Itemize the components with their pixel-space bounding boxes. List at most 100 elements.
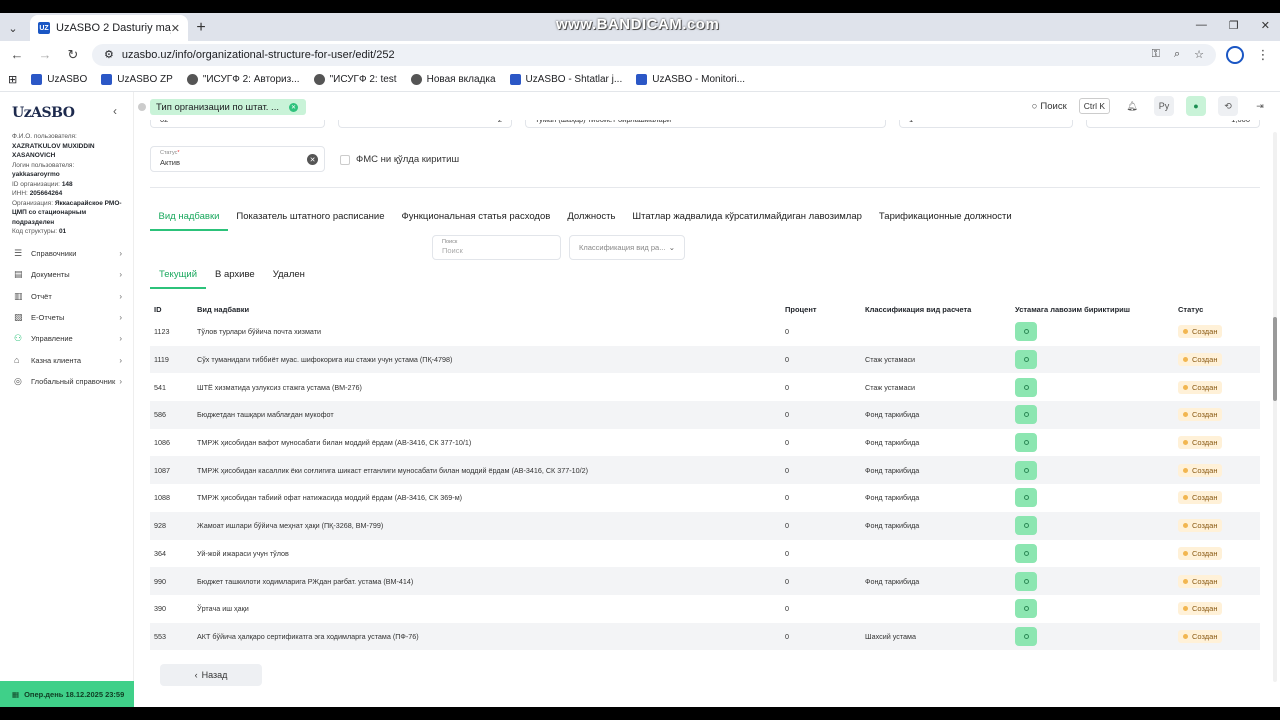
cell-classification: Стаж устамаси [865, 382, 916, 392]
col-header-percent[interactable]: Процент [781, 300, 861, 318]
col-header-classification[interactable]: Классификация вид расчета [861, 300, 1011, 318]
language-button[interactable]: Ру [1154, 96, 1174, 116]
bookmark-item[interactable]: UzASBO - Monitori... [636, 74, 745, 85]
close-window-icon[interactable]: ✕ [1261, 19, 1270, 32]
table-row[interactable]: 390 Ўртача иш ҳақи 0 Создан [150, 595, 1260, 623]
open-tab-chip[interactable]: Тип организации по штат. ... ✕ [150, 99, 306, 115]
forward-arrow-icon[interactable]: → [36, 47, 54, 62]
assign-position-button[interactable] [1015, 626, 1037, 646]
tab-position[interactable]: Должность [559, 205, 624, 231]
tab-staff-indicator[interactable]: Показатель штатного расписание [228, 205, 393, 231]
apps-grid-icon[interactable]: ⊞ [8, 73, 17, 86]
table-row[interactable]: 364 Уй-жой ижараси учун тўлов 0 Создан [150, 540, 1260, 568]
col-header-status[interactable]: Статус [1174, 300, 1260, 318]
logout-icon[interactable]: ⇥ [1250, 96, 1270, 116]
cell-classification: Фонд таркибида [861, 456, 1011, 485]
minimize-icon[interactable]: — [1196, 19, 1207, 32]
col-header-name[interactable]: Вид надбавки [193, 300, 781, 318]
assign-position-button[interactable] [1015, 377, 1037, 397]
tab-vid-nadbavki[interactable]: Вид надбавки [150, 205, 228, 231]
col-header-assign[interactable]: Устамага лавозим бириктириш [1011, 300, 1174, 318]
col-header-id[interactable]: ID [150, 300, 193, 318]
classification-select[interactable]: Классификация вид ра... ⌄ [569, 235, 685, 260]
user-icon[interactable]: ● [1186, 96, 1206, 116]
status-dot-icon [1183, 633, 1188, 639]
assign-position-button[interactable] [1015, 405, 1037, 425]
sidebar-item-spravochniki[interactable]: ☰ Справочники › [0, 243, 134, 264]
bookmark-item[interactable]: UzASBO - Shtatlar j... [509, 74, 623, 85]
assign-position-button[interactable] [1015, 571, 1037, 591]
sidebar-item-treasury[interactable]: ⌂ Казна клиента › [0, 349, 134, 370]
assign-position-button[interactable] [1015, 350, 1037, 370]
classification-placeholder: Классификация вид ра... [579, 243, 666, 252]
sidebar-item-e-reports[interactable]: ▧ E-Отчеты › [0, 307, 134, 328]
bookmark-item[interactable]: "ИСУГФ 2: test [313, 74, 397, 85]
tab-functional-article[interactable]: Функциональная статья расходов [393, 205, 559, 231]
tab-close-icon[interactable]: ✕ [171, 22, 180, 35]
inn-value: 205664264 [29, 190, 63, 197]
sidebar-item-report[interactable]: ▥ Отчёт › [0, 286, 134, 307]
zoom-icon[interactable]: ⌕ [1174, 48, 1180, 61]
chevron-right-icon: › [119, 291, 122, 301]
fms-manual-checkbox[interactable]: ФМС ни қўлда киритиш [340, 154, 459, 165]
assign-position-button[interactable] [1015, 488, 1037, 508]
assign-position-button[interactable] [1015, 433, 1037, 453]
url-field[interactable]: ⚙ uzasbo.uz/info/organizational-structur… [92, 43, 1216, 66]
tab-current[interactable]: Текущий [150, 264, 206, 289]
back-arrow-icon[interactable]: ← [8, 47, 26, 62]
table-row[interactable]: 586 Бюджетдан ташқари маблағдан мукофот 0 Ф… [150, 401, 1260, 429]
reload-icon[interactable]: ↻ [64, 47, 82, 63]
key-icon[interactable]: ⚿ [1152, 48, 1160, 61]
checkbox[interactable] [340, 154, 350, 165]
url-text: uzasbo.uz/info/organizational-structure-… [121, 48, 395, 61]
refresh-icon[interactable]: ⟲ [1218, 96, 1238, 116]
back-button[interactable]: ‹ Назад [160, 664, 262, 686]
bookmark-label: UzASBO - Shtatlar j... [525, 74, 623, 85]
scrollbar-thumb[interactable] [1273, 317, 1277, 401]
table-row[interactable]: 541 ШТЁ хизматида узлуксиз стажга устама … [150, 373, 1260, 401]
browser-tab[interactable]: UZ UzASBO 2 Dasturiy majmuasi ✕ [30, 15, 188, 41]
status-select[interactable]: Статус* Актив ✕ [150, 146, 325, 172]
sidebar-item-documents[interactable]: ▤ Документы › [0, 264, 134, 285]
assign-dot-icon [1023, 440, 1029, 446]
table-row[interactable]: 1123 Тўлов турлари бўйича почта хизмати 0 С… [150, 318, 1260, 346]
assign-position-button[interactable] [1015, 516, 1037, 536]
bookmark-item[interactable]: Новая вкладка [410, 74, 496, 85]
table-row[interactable]: 1119 Сўх туманидаги тиббиёт муас. шифокор… [150, 345, 1260, 374]
table-row[interactable]: 928 Жамоат ишлари бўйича меҳнат ҳақи (ПҚ-… [150, 511, 1260, 540]
table-row[interactable]: 553 АКТ бўйича ҳалқаро сертификатга эга х… [150, 622, 1260, 651]
browser-menu-icon[interactable]: ⋮ [1254, 47, 1272, 63]
sidebar-item-global-directory[interactable]: ◎ Глобальный справочник › [0, 371, 134, 392]
profile-avatar-icon[interactable] [1226, 45, 1244, 64]
tab-tariff-positions[interactable]: Тарификационные должности [870, 205, 1020, 231]
table-row[interactable]: 1088 ТМРЖ ҳисобидан табиий офат натижасид… [150, 484, 1260, 512]
search-button[interactable]: ○ Поиск [1032, 101, 1067, 112]
star-icon[interactable]: ☆ [1194, 48, 1204, 61]
table-row[interactable]: 1087 ТМРЖ ҳисобидан касаллик ёки соғлигиг… [150, 456, 1260, 485]
bell-icon[interactable]: 🔔︎ [1122, 96, 1142, 116]
clear-icon[interactable]: ✕ [307, 154, 318, 165]
assign-position-button[interactable] [1015, 322, 1037, 342]
bookmark-item[interactable]: UzASBO ZP [101, 74, 173, 85]
tab-search-icon[interactable]: ⌄ [0, 15, 26, 41]
scrollbar-track[interactable] [1273, 132, 1277, 682]
search-input[interactable]: Поиск Поиск [432, 235, 561, 260]
assign-position-button[interactable] [1015, 460, 1037, 480]
sidebar-item-management[interactable]: ⚇ Управление › [0, 328, 134, 349]
tab-archive[interactable]: В архиве [206, 264, 264, 289]
table-row[interactable]: 1086 ТМРЖ ҳисобидан вафот муносабати била… [150, 429, 1260, 457]
restore-icon[interactable]: ❐ [1229, 19, 1239, 32]
assign-dot-icon [1023, 523, 1029, 529]
collapse-sidebar-icon[interactable]: ‹ [113, 104, 117, 118]
new-tab-icon[interactable]: + [188, 15, 214, 41]
assign-position-button[interactable] [1015, 543, 1037, 563]
tab-deleted[interactable]: Удален [264, 264, 314, 289]
site-info-icon[interactable]: ⚙ [104, 48, 114, 61]
window-controls: — ❐ ✕ [1196, 19, 1270, 32]
table-row[interactable]: 990 Бюджет ташкилоти ходимларига РЖдан ра… [150, 567, 1260, 595]
assign-position-button[interactable] [1015, 599, 1037, 619]
chip-close-icon[interactable]: ✕ [288, 102, 298, 112]
bookmark-item[interactable]: UzASBO [31, 74, 87, 85]
tab-hidden-positions[interactable]: Штатлар жадвалида кўрсатилмайдиган лавоз… [624, 205, 871, 231]
bookmark-item[interactable]: "ИСУГФ 2: Авториз... [186, 74, 300, 85]
